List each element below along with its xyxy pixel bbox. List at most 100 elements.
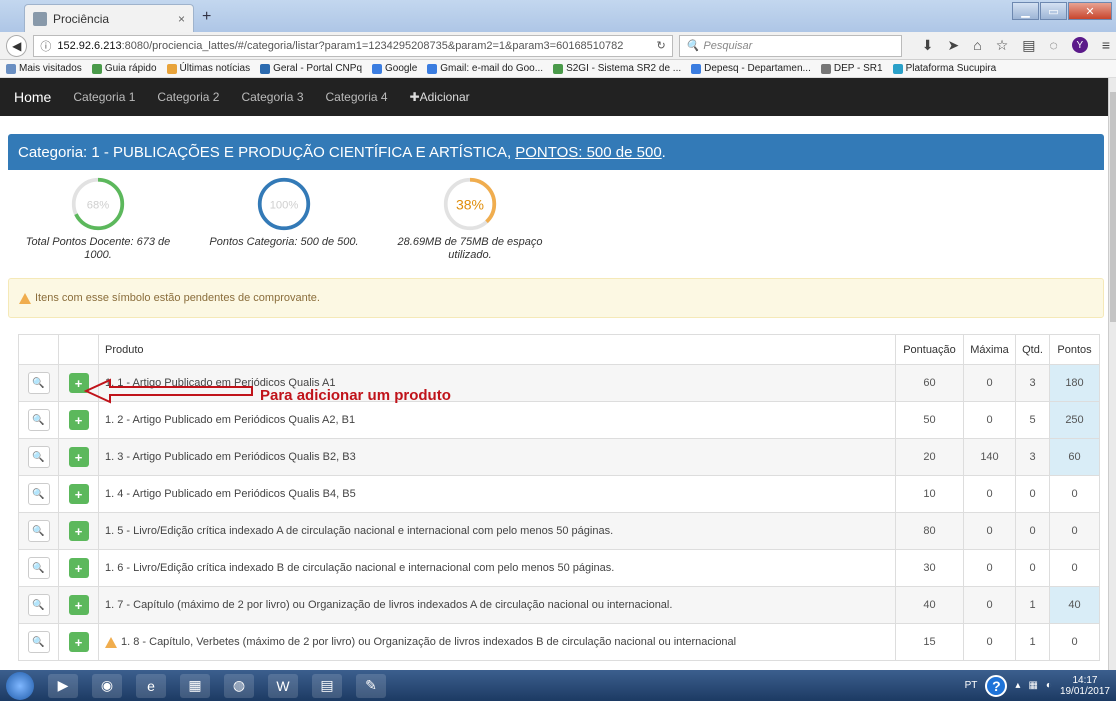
word-icon[interactable]: W [268,673,298,698]
sync-icon[interactable]: ◌ [1050,37,1058,54]
gauge-category-points: 100% Pontos Categoria: 500 de 500. [204,176,364,249]
maxima-cell: 0 [963,512,1016,550]
add-product-button[interactable]: + [68,595,89,615]
view-details-button[interactable]: 🔍 [27,483,50,505]
bookmarks-list-icon[interactable]: ▤ [1022,37,1035,54]
view-details-button[interactable]: 🔍 [27,372,50,394]
bookmark-item[interactable]: S2GI - Sistema SR2 de ... [553,63,681,74]
start-button[interactable] [6,671,34,700]
view-details-button[interactable]: 🔍 [27,557,50,579]
nav-categoria-1[interactable]: Categoria 1 [73,90,135,104]
table-row: 🔍 +1. 7 - Capítulo (máximo de 2 por livro… [18,586,1100,624]
pontuacao-cell: 40 [895,586,964,624]
pontos-cell: 0 [1049,623,1100,661]
chrome-icon[interactable]: ◉ [92,673,122,698]
bookmark-item[interactable]: Últimas notícias [166,63,250,74]
add-product-button[interactable]: + [68,447,89,467]
search-icon: 🔍 [685,40,700,52]
add-product-button[interactable]: + [68,558,89,578]
add-product-button[interactable]: + [68,521,89,541]
nav-categoria-3[interactable]: Categoria 3 [241,90,303,104]
bookmark-item[interactable]: Geral - Portal CNPq [260,63,362,74]
view-details-button[interactable]: 🔍 [27,631,50,653]
add-product-button[interactable]: + [68,410,89,430]
view-details-button[interactable]: 🔍 [27,409,50,431]
scrollbar-thumb[interactable] [1110,92,1116,322]
maximize-button[interactable]: ▭ [1040,2,1067,20]
language-indicator[interactable]: PT [965,680,978,691]
view-cell: 🔍 [18,512,59,550]
paint-icon[interactable]: ✎ [356,673,386,698]
product-cell: 1. 4 - Artigo Publicado em Periódicos Qu… [98,475,896,513]
bookmark-item[interactable]: Plataforma Sucupira [892,63,996,74]
add-product-button[interactable]: + [68,632,89,652]
bookmark-item[interactable]: Depesq - Departamen... [691,63,811,74]
nav-categoria-2[interactable]: Categoria 2 [157,90,219,104]
pontuacao-cell: 20 [895,438,964,476]
ie-icon[interactable]: e [136,673,166,698]
nav-home[interactable]: Home [14,89,51,105]
clock[interactable]: 14:17 19/01/2017 [1060,675,1110,697]
network-icon[interactable]: ▦ [1028,680,1037,691]
nav-add[interactable]: ✚Adicionar [410,90,470,104]
send-icon[interactable]: ➤ [948,37,960,54]
firefox-icon[interactable]: ◍ [224,673,254,698]
table-row: 🔍 +1. 8 - Capítulo, Verbetes (máximo de 2… [18,623,1100,661]
home-icon[interactable]: ⌂ [973,37,981,54]
maxima-cell: 0 [963,623,1016,661]
bookmark-item[interactable]: Google [372,63,417,74]
tray-arrow-icon[interactable]: ▴ [1015,680,1020,691]
search-input[interactable]: 🔍 Pesquisar [678,34,902,57]
back-button[interactable]: ◀ [6,34,28,57]
page-scrollbar[interactable] [1108,78,1116,670]
col-maxima: Máxima [963,334,1016,365]
bookmark-item[interactable]: Guia rápido [91,63,157,74]
view-cell: 🔍 [18,438,59,476]
table-row: 🔍 +1. 6 - Livro/Edição crítica indexado B… [18,549,1100,587]
view-details-button[interactable]: 🔍 [27,446,50,468]
pontuacao-cell: 15 [895,623,964,661]
col-view [18,334,59,365]
browser-tab[interactable]: Prociência × [24,4,194,32]
bookmark-star-icon[interactable]: ☆ [996,37,1009,54]
gauge-ring: 100% [257,177,311,231]
product-cell: 1. 2 - Artigo Publicado em Periódicos Qu… [98,401,896,439]
product-name: 1. 4 - Artigo Publicado em Periódicos Qu… [105,488,356,500]
explorer-icon[interactable]: ▦ [180,673,210,698]
yahoo-icon[interactable]: Y [1071,37,1088,53]
gauge-total-points: 68% Total Pontos Docente: 673 de 1000. [18,176,178,262]
gauge-storage: 38% 28.69MB de 75MB de espaço utilizado. [390,176,550,262]
add-product-button[interactable]: + [68,484,89,504]
gauges-row: 68% Total Pontos Docente: 673 de 1000. 1… [8,170,1108,278]
volume-icon[interactable]: ◐ [1046,680,1052,691]
view-details-button[interactable]: 🔍 [27,520,50,542]
tab-close-icon[interactable]: × [178,12,185,26]
close-window-button[interactable]: ✕ [1068,2,1112,20]
info-icon[interactable]: ⓘ [40,38,51,54]
bookmark-item[interactable]: Mais visitados [6,63,82,74]
gauge-ring: 68% [71,177,125,231]
product-cell: 1. 5 - Livro/Edição crítica indexado A d… [98,512,896,550]
address-bar[interactable]: ⓘ 152.92.6.213:8080/prociencia_lattes/#/… [33,34,673,57]
menu-icon[interactable]: ≡ [1102,37,1110,54]
nav-categoria-4[interactable]: Categoria 4 [326,90,388,104]
reload-icon[interactable]: ↻ [656,39,665,52]
maxima-cell: 0 [963,364,1016,402]
bookmark-item[interactable]: DEP - SR1 [820,63,883,74]
pontos-cell: 0 [1049,512,1100,550]
url-text: 152.92.6.213:8080/prociencia_lattes/#/ca… [57,39,624,52]
new-tab-button[interactable]: + [202,8,211,26]
help-icon[interactable]: ? [985,674,1008,697]
view-cell: 🔍 [18,549,59,587]
warning-icon [19,292,31,304]
media-player-icon[interactable]: ▶ [48,673,78,698]
bookmark-item[interactable]: Gmail: e-mail do Goo... [427,63,543,74]
view-details-button[interactable]: 🔍 [27,594,50,616]
notes-icon[interactable]: ▤ [312,673,342,698]
qtd-cell: 0 [1015,475,1050,513]
minimize-button[interactable]: ▁ [1012,2,1039,20]
view-cell: 🔍 [18,401,59,439]
app-navbar: Home Categoria 1 Categoria 2 Categoria 3… [0,78,1108,116]
table-row: 🔍 +1. 3 - Artigo Publicado em Periódicos … [18,438,1100,476]
download-icon[interactable]: ⬇ [922,37,934,54]
